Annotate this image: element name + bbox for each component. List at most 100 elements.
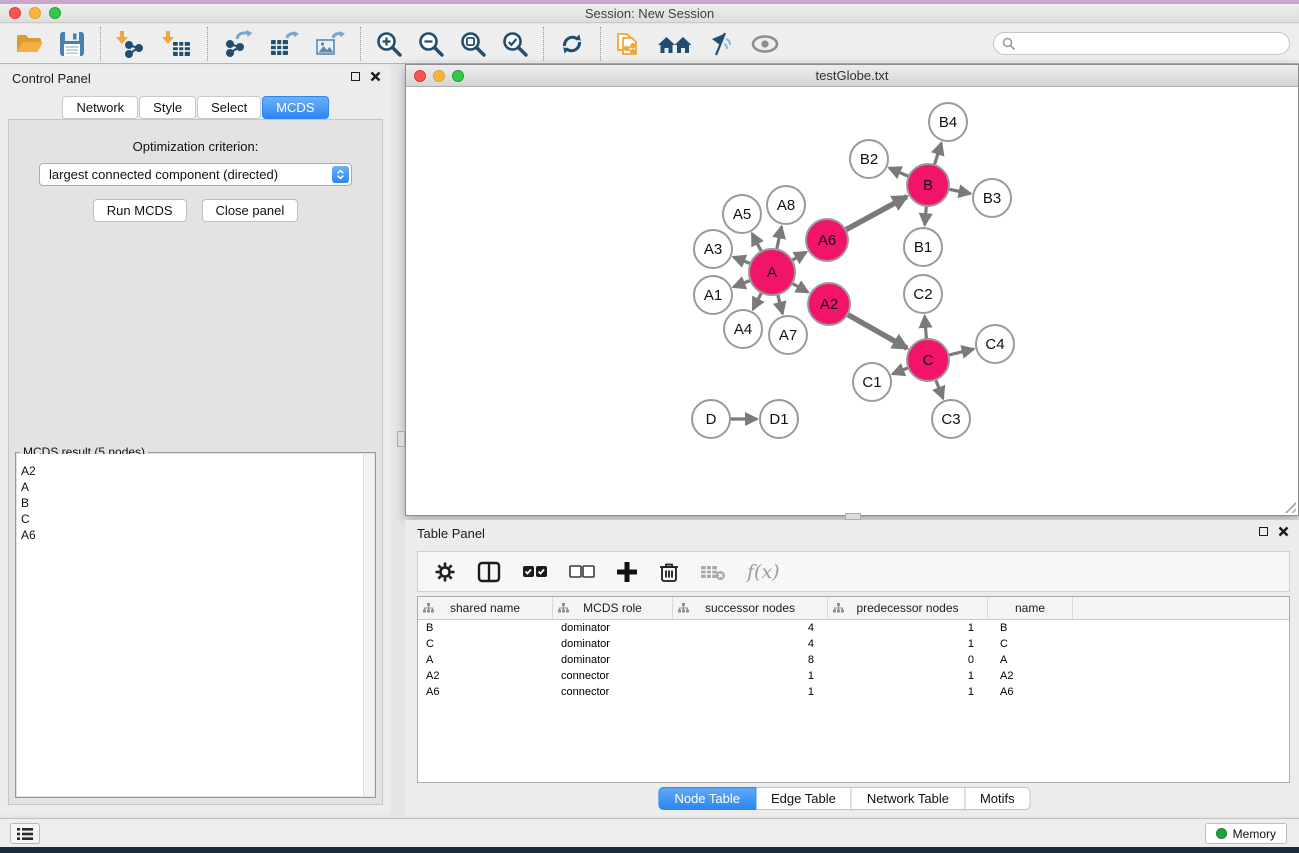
table-cell[interactable]: A (988, 652, 1073, 668)
node-B2[interactable]: B2 (850, 140, 888, 178)
close-window-button[interactable] (9, 7, 21, 19)
new-network-from-file-button[interactable] (616, 30, 642, 58)
tab-style[interactable]: Style (139, 96, 196, 119)
table-cell[interactable]: A2 (418, 668, 553, 684)
table-cell[interactable]: 8 (673, 652, 828, 668)
table-cell[interactable]: C (988, 636, 1073, 652)
table-row[interactable]: Adominator80A (418, 652, 1289, 668)
node-A7[interactable]: A7 (769, 316, 807, 354)
node-C1[interactable]: C1 (853, 363, 891, 401)
deselect-all-button[interactable] (569, 564, 595, 580)
node-A8[interactable]: A8 (767, 186, 805, 224)
zoom-in-button[interactable] (376, 31, 402, 57)
table-cell[interactable]: 1 (673, 684, 828, 700)
table-cell[interactable]: A (418, 652, 553, 668)
network-graph[interactable]: A A1 A2 A3 A4 A5 A6 A7 A8 B B1 B2 B3B4 C C1 C2 C3C4 D D1 (406, 88, 1298, 515)
export-table-button[interactable] (269, 30, 299, 58)
node-A1[interactable]: A1 (694, 276, 732, 314)
tab-motifs[interactable]: Motifs (965, 787, 1031, 810)
function-builder-button[interactable]: f(x) (747, 561, 780, 583)
table-cell[interactable]: 4 (673, 636, 828, 652)
tab-network[interactable]: Network (62, 96, 138, 119)
node-A[interactable]: A (749, 249, 795, 295)
tab-edge-table[interactable]: Edge Table (756, 787, 852, 810)
zoom-selected-button[interactable] (502, 31, 528, 57)
table-cell[interactable]: A2 (988, 668, 1073, 684)
task-history-button[interactable] (10, 823, 40, 844)
table-cell[interactable]: dominator (553, 652, 673, 668)
export-image-button[interactable] (315, 30, 345, 58)
network-zoom-button[interactable] (452, 70, 464, 82)
node-B4[interactable]: B4 (929, 103, 967, 141)
node-A5[interactable]: A5 (723, 195, 761, 233)
table-row[interactable]: Bdominator41B (418, 620, 1289, 636)
float-table-panel-icon[interactable] (1259, 527, 1268, 536)
app-titlebar[interactable]: Session: New Session (0, 4, 1299, 23)
tab-network-table[interactable]: Network Table (852, 787, 965, 810)
node-B[interactable]: B (907, 164, 949, 206)
column-header-name[interactable]: name (988, 597, 1073, 619)
float-panel-icon[interactable] (351, 72, 360, 81)
column-header-successor-nodes[interactable]: successor nodes (673, 597, 828, 619)
result-scrollbar[interactable] (363, 454, 374, 796)
criterion-dropdown[interactable]: largest connected component (directed) (39, 163, 352, 186)
table-cell[interactable]: connector (553, 668, 673, 684)
table-cell[interactable]: dominator (553, 620, 673, 636)
result-item[interactable]: A6 (17, 527, 363, 543)
network-close-button[interactable] (414, 70, 426, 82)
zoom-window-button[interactable] (49, 7, 61, 19)
memory-button[interactable]: Memory (1205, 823, 1287, 844)
result-item[interactable]: A (17, 479, 363, 495)
graphics-details-button[interactable] (708, 31, 734, 57)
table-cell[interactable]: 1 (828, 668, 988, 684)
node-A2[interactable]: A2 (808, 283, 850, 325)
table-row[interactable]: A2connector11A2 (418, 668, 1289, 684)
table-row[interactable]: Cdominator41C (418, 636, 1289, 652)
network-minimize-button[interactable] (433, 70, 445, 82)
delete-columns-button[interactable] (659, 561, 679, 583)
network-window-titlebar[interactable]: testGlobe.txt (406, 65, 1298, 87)
table-cell[interactable]: A6 (988, 684, 1073, 700)
column-header-predecessor-nodes[interactable]: predecessor nodes (828, 597, 988, 619)
close-panel-button[interactable]: Close panel (202, 199, 299, 222)
minimize-window-button[interactable] (29, 7, 41, 19)
node-D1[interactable]: D1 (760, 400, 798, 438)
column-header-mcds-role[interactable]: MCDS role (553, 597, 673, 619)
node-C2[interactable]: C2 (904, 275, 942, 313)
column-header-shared-name[interactable]: shared name (418, 597, 553, 619)
home-layout-button[interactable] (658, 32, 692, 56)
vertical-splitter-handle[interactable] (397, 431, 405, 447)
node-B3[interactable]: B3 (973, 179, 1011, 217)
search-field[interactable] (993, 32, 1290, 55)
result-item[interactable]: B (17, 495, 363, 511)
delete-table-button[interactable] (700, 563, 726, 581)
node-A6[interactable]: A6 (806, 219, 848, 261)
add-column-button[interactable] (616, 561, 638, 583)
node-A3[interactable]: A3 (694, 230, 732, 268)
node-A4[interactable]: A4 (724, 310, 762, 348)
table-cell[interactable]: A6 (418, 684, 553, 700)
open-file-button[interactable] (15, 32, 43, 56)
network-view-window[interactable]: testGlobe.txt A A1 A2 A3 A4 A5 A6 A7 A8 B B1 B2 B3B4… (405, 64, 1299, 516)
node-C[interactable]: C (907, 339, 949, 381)
column-settings-button[interactable] (434, 561, 456, 583)
node-C3[interactable]: C3 (932, 400, 970, 438)
table-cell[interactable]: 0 (828, 652, 988, 668)
table-cell[interactable]: 1 (828, 620, 988, 636)
tab-select[interactable]: Select (197, 96, 261, 119)
close-table-panel-icon[interactable] (1278, 526, 1289, 537)
run-mcds-button[interactable]: Run MCDS (93, 199, 187, 222)
network-canvas[interactable]: A A1 A2 A3 A4 A5 A6 A7 A8 B B1 B2 B3B4 C C1 C2 C3C4 D D1 (406, 88, 1298, 515)
tab-mcds[interactable]: MCDS (262, 96, 328, 119)
table-cell[interactable]: 1 (828, 636, 988, 652)
table-cell[interactable]: dominator (553, 636, 673, 652)
mcds-result-list[interactable]: A2ABCA6 (17, 454, 363, 796)
table-cell[interactable]: 1 (673, 668, 828, 684)
refresh-view-button[interactable] (559, 31, 585, 57)
table-cell[interactable]: 4 (673, 620, 828, 636)
node-C4[interactable]: C4 (976, 325, 1014, 363)
table-cell[interactable]: 1 (828, 684, 988, 700)
zoom-out-button[interactable] (418, 31, 444, 57)
node-B1[interactable]: B1 (904, 228, 942, 266)
node-D[interactable]: D (692, 400, 730, 438)
